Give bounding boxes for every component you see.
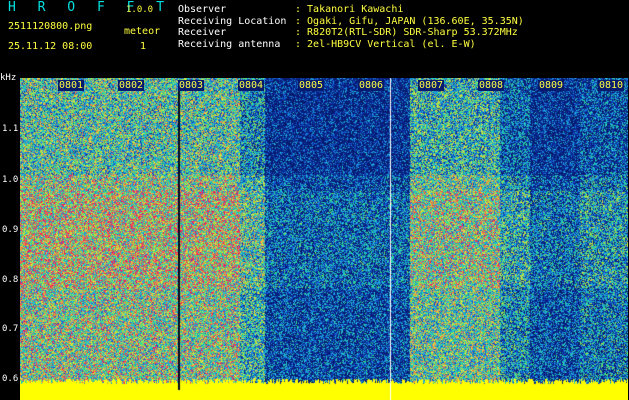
info-key: Receiving antenna: [178, 38, 281, 50]
y-tick-label: 0.6: [2, 374, 19, 384]
app-version: 1.0.0: [126, 5, 154, 15]
info-row-antenna: Receiving antenna : 2el-HB9CV Vertical (e…: [178, 39, 524, 51]
x-tick-label: 0801: [58, 80, 85, 91]
info-key: Receiver: [178, 27, 227, 38]
info-value: : Takanori Kawachi: [295, 4, 404, 15]
x-tick-label: 0804: [238, 80, 265, 91]
y-tick-label: 0.9: [2, 225, 19, 235]
spectrogram-plot: [0, 74, 629, 400]
info-key: Observer: [178, 4, 227, 15]
x-tick-label: 0806: [358, 80, 385, 91]
x-tick-label: 0802: [118, 80, 145, 91]
meteor-label: meteor: [124, 26, 161, 37]
file-name: 2511120800.png: [8, 21, 93, 32]
y-tick-label: 1.0: [2, 175, 19, 185]
info-row-receiver: Receiver : R820T2(RTL-SDR) SDR-Sharp 53.3…: [178, 27, 524, 39]
x-tick-label: 0808: [478, 80, 505, 91]
x-tick-label: 0807: [418, 80, 445, 91]
station-info: Observer : Takanori Kawachi Receiving Loc…: [178, 4, 524, 50]
info-row-location: Receiving Location : Ogaki, Gifu, JAPAN (…: [178, 16, 524, 28]
info-value: : 2el-HB9CV Vertical (el. E-W): [295, 38, 476, 50]
x-tick-label: 0810: [598, 80, 625, 91]
y-tick-label: 0.8: [2, 275, 19, 285]
y-tick-label: 1.1: [2, 124, 19, 134]
spectrogram-canvas: [20, 78, 628, 400]
info-value: : R820T2(RTL-SDR) SDR-Sharp 53.372MHz: [295, 27, 518, 38]
date-time: 25.11.12 08:00: [8, 41, 93, 52]
info-key: Receiving Location: [178, 15, 287, 27]
frequency-unit-label: kHz: [0, 73, 17, 83]
x-tick-label: 0805: [298, 80, 325, 91]
info-value: : Ogaki, Gifu, JAPAN (136.60E, 35.35N): [295, 15, 524, 27]
y-tick-label: 0.7: [2, 324, 19, 334]
info-row-observer: Observer : Takanori Kawachi: [178, 4, 524, 16]
x-tick-label: 0809: [538, 80, 565, 91]
meteor-count: 1: [140, 41, 147, 52]
x-tick-label: 0803: [178, 80, 205, 91]
